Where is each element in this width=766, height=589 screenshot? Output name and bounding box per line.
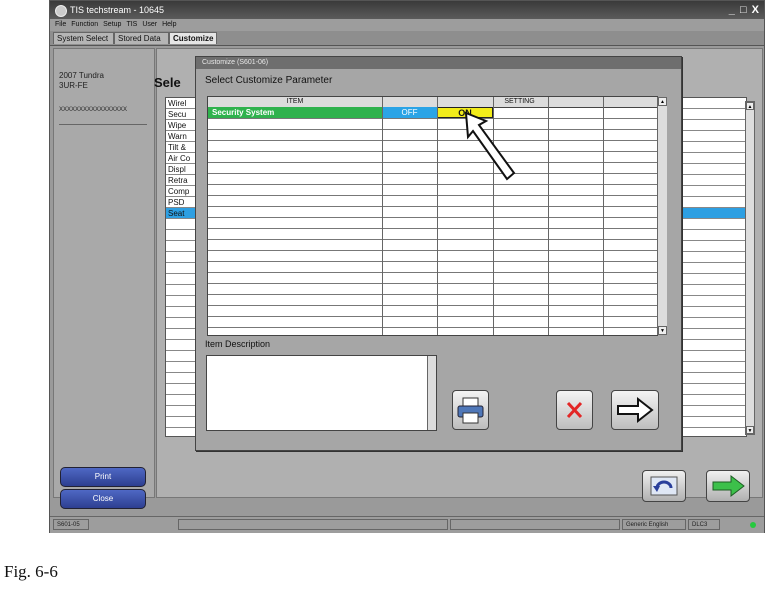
vin: XXXXXXXXXXXXXXXXX (59, 107, 128, 113)
scroll-up-icon[interactable]: ▲ (746, 102, 754, 110)
description-scrollbar[interactable] (427, 356, 436, 430)
cancel-button[interactable] (556, 390, 593, 430)
menu-tis[interactable]: TIS (126, 21, 137, 28)
status-port: DLC3 (688, 519, 720, 530)
customize-dialog: Customize (S601-06) Select Customize Par… (195, 56, 682, 451)
green-arrow-icon (712, 474, 745, 498)
scroll-up-icon[interactable]: ▲ (658, 97, 667, 106)
col-divider (603, 97, 604, 335)
menu-file[interactable]: File (55, 21, 66, 28)
divider (59, 124, 147, 125)
back-icon (650, 476, 678, 496)
dialog-title: Customize (S601-06) (196, 57, 681, 69)
status-field (178, 519, 448, 530)
description-label: Item Description (205, 339, 271, 349)
menu-bar: File Function Setup TIS User Help (50, 19, 764, 31)
print-button[interactable]: Print (60, 467, 146, 487)
app-icon (55, 4, 67, 17)
setting-off[interactable]: OFF (382, 107, 437, 118)
dialog-heading: Select Customize Parameter (205, 75, 333, 86)
menu-setup[interactable]: Setup (103, 21, 121, 28)
table-row-empty (208, 316, 657, 328)
tab-stored-data[interactable]: Stored Data (114, 32, 169, 44)
col-item: ITEM (286, 98, 304, 105)
back-button[interactable] (642, 470, 686, 502)
next-arrow-icon (617, 396, 654, 424)
scroll-down-icon[interactable]: ▼ (746, 426, 754, 434)
status-bar: S601-05 Generic English DLC3 (50, 516, 764, 533)
cancel-x-icon (566, 401, 583, 419)
col-setting: SETTING (504, 98, 535, 105)
col-divider (437, 97, 438, 335)
connection-indicator-icon (750, 522, 756, 528)
printer-button[interactable] (452, 390, 489, 430)
title-bar: TIS techstream - 10645 _ □ X (50, 1, 764, 19)
col-divider (382, 97, 383, 335)
vehicle-model: 2007 Tundra (59, 71, 104, 80)
menu-user[interactable]: User (142, 21, 157, 28)
window-title: TIS techstream - 10645 (70, 5, 165, 15)
menu-help[interactable]: Help (162, 21, 176, 28)
apply-button[interactable] (611, 390, 659, 430)
tab-system-select[interactable]: System Select (53, 32, 114, 44)
table-scrollbar[interactable]: ▲ ▼ (657, 97, 667, 335)
callout-arrow-icon (464, 111, 516, 181)
status-code: S601-05 (53, 519, 89, 530)
window-controls[interactable]: _ □ X (729, 1, 760, 19)
item-name[interactable]: Security System (208, 107, 382, 118)
next-button[interactable] (706, 470, 750, 502)
list-scrollbar[interactable]: ▲ ▼ (745, 101, 755, 435)
app-window: TIS techstream - 10645 _ □ X File Functio… (49, 0, 765, 533)
tab-customize[interactable]: Customize (169, 32, 217, 44)
status-field (450, 519, 620, 530)
printer-icon (457, 397, 484, 424)
description-box (206, 355, 437, 431)
menu-function[interactable]: Function (71, 21, 98, 28)
scroll-down-icon[interactable]: ▼ (658, 326, 667, 335)
close-button[interactable]: Close (60, 489, 146, 509)
parameter-table: ITEM SETTING Security System OFF ON (207, 96, 667, 336)
status-language: Generic English (622, 519, 686, 530)
tab-bar: System Select Stored Data Customize (50, 31, 764, 46)
col-divider (548, 97, 549, 335)
vehicle-engine: 3UR-FE (59, 81, 88, 90)
vehicle-panel: 2007 Tundra 3UR-FE XXXXXXXXXXXXXXXXX (53, 48, 155, 498)
main-heading: Sele (154, 75, 181, 90)
figure-caption: Fig. 6-6 (4, 562, 58, 581)
vehicle-info: 2007 Tundra 3UR-FE (59, 71, 104, 91)
